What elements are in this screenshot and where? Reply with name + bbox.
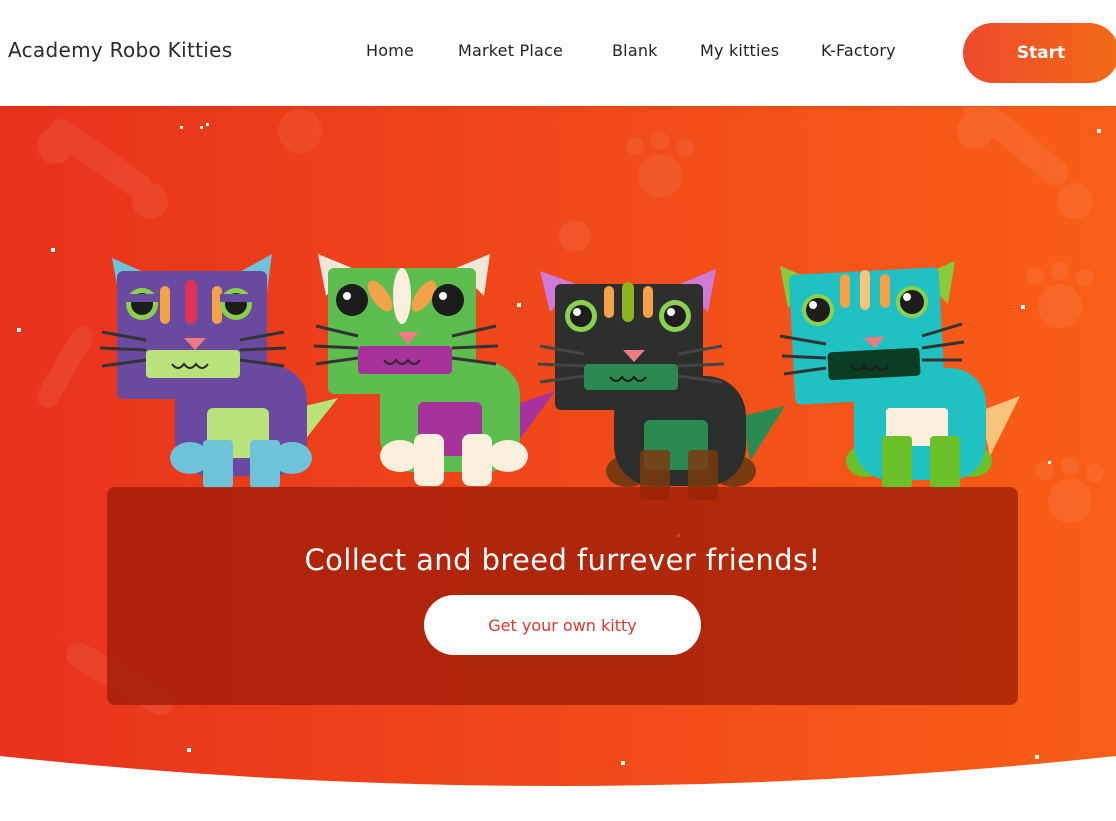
start-button[interactable]: Start xyxy=(963,23,1116,83)
nav-home[interactable]: Home xyxy=(366,41,414,60)
kitty-green xyxy=(313,254,555,486)
kitty-purple xyxy=(99,254,338,488)
kitty-teal xyxy=(779,261,1020,488)
nav-market-place[interactable]: Market Place xyxy=(458,41,563,60)
hero-tagline: Collect and breed furrever friends! xyxy=(304,543,821,577)
nav-k-factory[interactable]: K-Factory xyxy=(821,41,896,60)
get-kitty-button[interactable]: Get your own kitty xyxy=(424,595,701,655)
nav-blank[interactable]: Blank xyxy=(612,41,658,60)
hero-section: Collect and breed furrever friends! Get … xyxy=(0,106,1116,821)
nav-my-kitties[interactable]: My kitties xyxy=(700,41,779,60)
kitty-black xyxy=(537,269,785,500)
top-navbar: Academy Robo Kitties Home Market Place B… xyxy=(0,0,1116,106)
kitties-illustration xyxy=(99,254,1020,500)
cta-panel: Collect and breed furrever friends! Get … xyxy=(107,487,1018,705)
brand-title[interactable]: Academy Robo Kitties xyxy=(8,38,232,62)
